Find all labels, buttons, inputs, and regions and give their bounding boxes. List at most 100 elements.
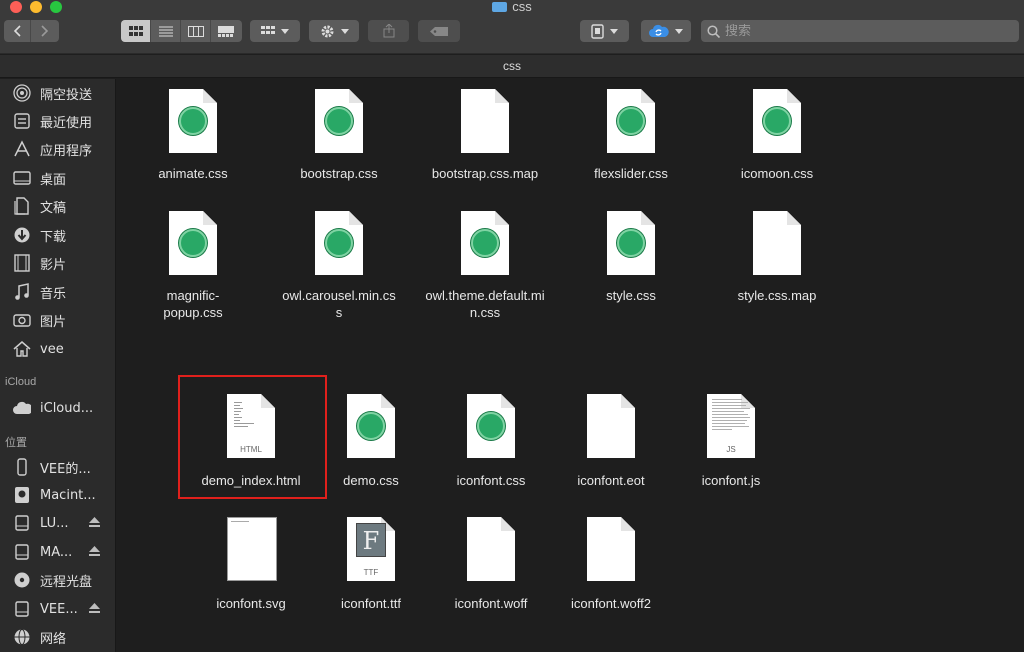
sidebar-item-music[interactable]: 音乐 [0, 279, 116, 305]
harddisk-icon [13, 486, 31, 504]
css-file-icon [315, 211, 363, 275]
sidebar-item-label: vee [40, 341, 64, 357]
sidebar-item-label: 隔空投送 [40, 87, 93, 103]
js-file-icon: JS [707, 394, 755, 458]
group-by-button[interactable] [250, 20, 300, 42]
eject-icon[interactable] [89, 546, 100, 556]
search-field[interactable] [701, 20, 1019, 42]
atom-icon [179, 107, 207, 135]
sidebar-item-label: 音乐 [40, 286, 67, 302]
blank-document-icon [467, 517, 515, 581]
sidebar-item-label: 远程光盘 [40, 574, 93, 590]
sidebar-item-label: VEE的... [40, 461, 91, 477]
sidebar-item-icloud-drive[interactable]: iCloud... [0, 395, 116, 421]
sidebar-item-airdrop[interactable]: 隔空投送 [0, 80, 116, 106]
icon-view-button[interactable] [121, 20, 151, 42]
sidebar-item-downloads[interactable]: 下载 [0, 222, 116, 248]
drive-icon [13, 543, 31, 561]
js-preview-lines [712, 399, 750, 432]
file-name: iconfont.eot [577, 473, 645, 488]
edit-tags-button[interactable] [418, 20, 460, 42]
forward-button[interactable] [31, 20, 58, 42]
sidebar-item-label: MA... [40, 544, 73, 560]
file-name: bootstrap.css.map [431, 166, 539, 181]
blank-document-icon [587, 394, 635, 458]
group-grid-icon [261, 25, 275, 34]
chevron-down-icon [281, 28, 289, 34]
path-bar: css [0, 55, 1024, 78]
column-view-button[interactable] [181, 20, 211, 42]
chevron-down-icon [675, 28, 683, 34]
blank-document-icon [587, 517, 635, 581]
sidebar-item-label: VEE... [40, 601, 78, 617]
sidebar-item-drive-lu[interactable]: LU... [0, 510, 116, 536]
sidebar-item-home[interactable]: vee [0, 336, 116, 362]
sidebar-item-drive-ma[interactable]: MA... [0, 539, 116, 565]
file-name: flexslider.css [594, 166, 668, 181]
desktop-icon [13, 169, 31, 187]
file-name: iconfont.svg [216, 596, 286, 611]
css-file-icon [169, 211, 217, 275]
sidebar-item-drive-vee[interactable]: VEE... [0, 596, 116, 622]
search-input[interactable] [725, 23, 1005, 39]
file-name: animate.css [158, 166, 228, 181]
atom-icon [357, 412, 385, 440]
gallery-view-button[interactable] [211, 20, 241, 42]
sidebar-item-label: iCloud... [40, 400, 94, 416]
music-icon [13, 283, 31, 301]
list-view-button[interactable] [151, 20, 181, 42]
coverflow-plugin-button[interactable] [580, 20, 629, 42]
chevron-down-icon [610, 28, 618, 34]
cloud-icon [13, 399, 31, 417]
file-name: bootstrap.css [300, 166, 378, 181]
action-menu-button[interactable] [309, 20, 359, 42]
file-name: style.css.map [737, 288, 817, 303]
sidebar-item-iphone[interactable]: VEE的... [0, 454, 116, 480]
home-icon [13, 340, 31, 358]
sidebar-item-movies[interactable]: 影片 [0, 250, 116, 276]
sidebar-item-pictures[interactable]: 图片 [0, 307, 116, 333]
cloud-sync-icon [649, 24, 669, 37]
eject-icon[interactable] [89, 517, 100, 527]
file-name: icomoon.css [740, 166, 814, 181]
file-name: owl.carousel.min.css [282, 288, 396, 320]
sidebar-item-documents[interactable]: 文稿 [0, 193, 116, 219]
sync-cloud-button[interactable] [641, 20, 691, 42]
sidebar-item-label: 下载 [40, 229, 67, 245]
eject-icon[interactable] [89, 603, 100, 613]
sidebar-item-network[interactable]: 网络 [0, 624, 116, 650]
file-name: iconfont.woff [454, 596, 528, 611]
sidebar-item-label: 图片 [40, 314, 67, 330]
drive-icon [13, 514, 31, 532]
sidebar-item-macintosh-hd[interactable]: Macint... [0, 482, 116, 508]
back-button[interactable] [4, 20, 31, 42]
atom-icon [471, 229, 499, 257]
chevron-right-icon [40, 25, 48, 37]
sidebar-item-applications[interactable]: 应用程序 [0, 136, 116, 162]
path-bar-label: css [503, 59, 521, 73]
sidebar-item-label: LU... [40, 515, 69, 531]
file-grid: animate.css bootstrap.css bootstrap.css.… [117, 79, 1024, 652]
share-button[interactable] [368, 20, 409, 42]
applications-icon [13, 140, 31, 158]
downloads-icon [13, 226, 31, 244]
camera-icon [13, 311, 31, 329]
font-glyph: F [356, 523, 386, 557]
tag-icon [430, 26, 448, 36]
list-icon [158, 26, 173, 36]
airdrop-icon [13, 84, 31, 102]
back-forward-control [4, 20, 59, 42]
device-icon [591, 23, 604, 39]
icon-grid-icon [128, 25, 143, 36]
chevron-down-icon [340, 28, 349, 34]
chevron-left-icon [13, 25, 21, 37]
sidebar-item-remote-disc[interactable]: 远程光盘 [0, 567, 116, 593]
file-name: magnific-popup.css [163, 288, 223, 320]
font-file-icon: F TTF [347, 517, 395, 581]
sidebar-item-recents[interactable]: 最近使用 [0, 108, 116, 134]
css-file-icon [753, 89, 801, 153]
ttf-file-label: TTF [363, 568, 379, 577]
sidebar-item-label: 文稿 [40, 200, 67, 216]
sidebar-item-label: 网络 [40, 631, 67, 647]
sidebar-item-desktop[interactable]: 桌面 [0, 165, 116, 191]
